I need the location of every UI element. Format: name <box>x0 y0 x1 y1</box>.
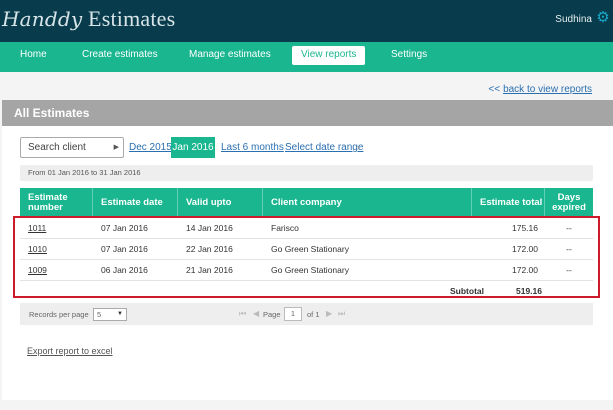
estimate-date: 07 Jan 2016 <box>101 223 148 233</box>
filter-jan-2016[interactable]: Jan 2016 <box>171 137 215 158</box>
back-to-view-reports-link[interactable]: << back to view reports <box>488 84 592 95</box>
estimate-total: 172.00 <box>512 244 538 254</box>
subtotal-value: 519.16 <box>516 286 542 296</box>
report-title: All Estimates <box>2 100 613 126</box>
nav-settings[interactable]: Settings <box>391 49 427 60</box>
days-expired: -- <box>566 244 572 254</box>
estimate-date: 06 Jan 2016 <box>101 265 148 275</box>
valid-upto: 22 Jan 2016 <box>186 244 233 254</box>
col-client-company[interactable]: Client company <box>263 188 472 217</box>
col-days-expired[interactable]: Days expired <box>545 188 593 217</box>
table-header: Estimate number Estimate date Valid upto… <box>20 188 593 217</box>
page-number-input[interactable]: 1 <box>284 307 302 321</box>
top-bar: Handdy Estimates Sudhina ⚙ <box>0 0 613 42</box>
estimate-total: 175.16 <box>512 223 538 233</box>
caret-down-icon: ▼ <box>117 311 123 317</box>
valid-upto: 14 Jan 2016 <box>186 223 233 233</box>
client-company: Farisco <box>271 223 299 233</box>
app-logo[interactable]: Handdy Estimates <box>2 6 175 32</box>
gear-icon[interactable]: ⚙ <box>596 10 610 26</box>
report-card: All Estimates Search client ▶ Dec 2015 J… <box>2 100 613 400</box>
filter-select-date-range[interactable]: Select date range <box>285 142 363 153</box>
estimate-total: 172.00 <box>512 265 538 275</box>
records-per-page-value: 5 <box>97 310 102 319</box>
records-per-page-select[interactable]: 5 ▼ <box>93 308 127 321</box>
client-company: Go Green Stationary <box>271 244 349 254</box>
nav-home[interactable]: Home <box>20 49 47 60</box>
valid-upto: 21 Jan 2016 <box>186 265 233 275</box>
back-link-label: back to view reports <box>503 84 592 95</box>
pagination-bar: Records per page 5 ▼ ⏮ ◀ Page 1 of 1 ▶ ⏭ <box>20 303 593 325</box>
export-excel-link[interactable]: Export report to excel <box>27 346 113 356</box>
days-expired: -- <box>566 265 572 275</box>
col-estimate-date[interactable]: Estimate date <box>93 188 178 217</box>
search-client-dropdown[interactable]: Search client ▶ <box>20 137 124 158</box>
logo-script-text: Handdy <box>2 7 83 31</box>
estimate-number-link[interactable]: 1011 <box>28 218 46 239</box>
subtotal-row: Subtotal 519.16 <box>20 281 593 302</box>
date-range-info: From 01 Jan 2016 to 31 Jan 2016 <box>20 165 593 181</box>
double-chevron-left-icon: << <box>488 84 501 95</box>
filter-dec-2015[interactable]: Dec 2015 <box>129 142 172 153</box>
user-name[interactable]: Sudhina <box>555 14 592 25</box>
col-estimate-number[interactable]: Estimate number <box>20 188 93 217</box>
table-row: 1011 07 Jan 2016 14 Jan 2016 Farisco 175… <box>20 218 593 239</box>
logo-text: Estimates <box>82 6 176 31</box>
last-page-icon[interactable]: ⏭ <box>338 309 345 319</box>
chevron-right-icon: › <box>357 142 360 152</box>
next-page-icon[interactable]: ▶ <box>326 309 332 318</box>
main-nav: Home Create estimates Manage estimates V… <box>0 42 613 72</box>
days-expired: -- <box>566 223 572 233</box>
client-company: Go Green Stationary <box>271 265 349 275</box>
estimate-date: 07 Jan 2016 <box>101 244 148 254</box>
col-valid-upto[interactable]: Valid upto <box>178 188 263 217</box>
table-row: 1010 07 Jan 2016 22 Jan 2016 Go Green St… <box>20 239 593 260</box>
nav-create-estimates[interactable]: Create estimates <box>82 49 158 60</box>
nav-view-reports[interactable]: View reports <box>292 46 366 65</box>
table-row: 1009 06 Jan 2016 21 Jan 2016 Go Green St… <box>20 260 593 281</box>
col-estimate-total[interactable]: Estimate total <box>472 188 545 217</box>
page-label: Page <box>263 310 281 319</box>
estimate-number-link[interactable]: 1009 <box>28 260 47 281</box>
page-of-label: of 1 <box>307 310 320 319</box>
first-page-icon[interactable]: ⏮ <box>239 309 246 319</box>
search-client-label: Search client <box>28 142 86 153</box>
prev-page-icon[interactable]: ◀ <box>253 309 259 318</box>
filter-last-6-months[interactable]: Last 6 months <box>221 142 284 153</box>
nav-manage-estimates[interactable]: Manage estimates <box>189 49 271 60</box>
estimate-number-link[interactable]: 1010 <box>28 239 47 260</box>
caret-right-icon: ▶ <box>113 144 119 151</box>
records-per-page-label: Records per page <box>29 310 89 319</box>
